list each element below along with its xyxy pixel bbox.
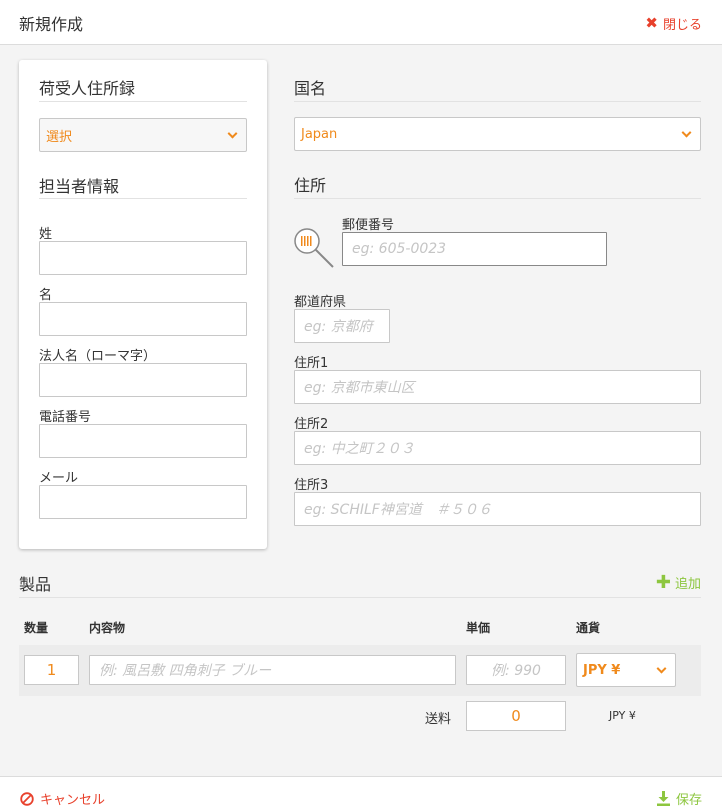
address-book-title: 荷受人住所録 [39, 79, 136, 98]
last-name-input[interactable] [39, 241, 247, 275]
address3-placeholder: eg: SCHILF神宮道 ＃５０６ [304, 502, 492, 518]
add-product-button[interactable]: ✚ 追加 [656, 573, 701, 592]
shipping-input[interactable]: 0 [466, 701, 566, 731]
save-button[interactable]: 保存 [656, 789, 702, 808]
chevron-down-icon [227, 128, 238, 139]
country-title: 国名 [294, 79, 327, 98]
company-input[interactable] [39, 363, 247, 397]
country-select[interactable]: Japan [294, 117, 701, 151]
close-button[interactable]: ✖ 閉じる [645, 14, 702, 34]
postal-label: 郵便番号 [342, 218, 395, 233]
column-qty: 数量 [24, 621, 49, 635]
last-name-label: 姓 [39, 227, 53, 242]
column-currency: 通貨 [576, 621, 601, 635]
phone-label: 電話番号 [39, 410, 92, 425]
address2-placeholder: eg: 中之町２０３ [304, 441, 415, 457]
cancel-circle-icon [20, 791, 34, 806]
postal-input[interactable]: eg: 605-0023 [342, 232, 607, 266]
modal-header: 新規作成 ✖ 閉じる [0, 0, 722, 45]
plus-icon: ✚ [655, 571, 671, 593]
address-title: 住所 [294, 176, 327, 195]
chevron-down-icon [656, 663, 667, 674]
currency-select-value: JPY ¥ [583, 662, 621, 678]
address2-label: 住所2 [294, 417, 329, 432]
column-unit-price: 単価 [466, 621, 491, 635]
close-label: 閉じる [662, 18, 702, 33]
save-label: 保存 [675, 793, 702, 808]
address1-label: 住所1 [294, 356, 329, 371]
price-placeholder: 例: 990 [491, 663, 541, 679]
download-icon [656, 791, 670, 806]
modal-footer: キャンセル 保存 [0, 776, 722, 812]
price-input[interactable]: 例: 990 [466, 655, 566, 685]
chevron-down-icon [681, 127, 692, 138]
prefecture-label: 都道府県 [294, 295, 347, 310]
divider [39, 198, 247, 199]
contents-placeholder: 例: 風呂敷 四角刺子 ブルー [99, 663, 272, 679]
first-name-input[interactable] [39, 302, 247, 336]
divider [19, 597, 701, 598]
address2-input[interactable]: eg: 中之町２０３ [294, 431, 701, 465]
first-name-label: 名 [39, 288, 53, 303]
products-title: 製品 [19, 575, 52, 594]
email-input[interactable] [39, 485, 247, 519]
country-select-value: Japan [301, 126, 338, 142]
prefecture-placeholder: eg: 京都府 [304, 319, 373, 335]
address1-placeholder: eg: 京都市東山区 [304, 380, 415, 396]
postal-lookup-icon[interactable] [293, 227, 335, 269]
email-label: メール [39, 471, 79, 486]
add-label: 追加 [674, 577, 701, 592]
column-contents: 内容物 [89, 621, 126, 635]
address3-input[interactable]: eg: SCHILF神宮道 ＃５０６ [294, 492, 701, 526]
divider [294, 198, 701, 199]
address1-input[interactable]: eg: 京都市東山区 [294, 370, 701, 404]
cancel-button[interactable]: キャンセル [20, 789, 105, 808]
currency-select[interactable]: JPY ¥ [576, 653, 676, 687]
divider [39, 101, 247, 102]
address3-label: 住所3 [294, 478, 329, 493]
cancel-label: キャンセル [40, 793, 106, 808]
phone-input[interactable] [39, 424, 247, 458]
postal-placeholder: eg: 605-0023 [352, 241, 447, 257]
close-x-icon: ✖ [645, 14, 658, 32]
shipping-currency: JPY ¥ [609, 709, 636, 722]
address-book-select[interactable]: 選択 [39, 118, 247, 152]
address-book-select-value: 選択 [46, 129, 73, 145]
contents-input[interactable]: 例: 風呂敷 四角刺子 ブルー [89, 655, 456, 685]
shipping-label: 送料 [425, 712, 452, 727]
contact-title: 担当者情報 [39, 177, 120, 196]
qty-input[interactable]: 1 [24, 655, 79, 685]
company-label: 法人名（ローマ字） [39, 349, 157, 364]
page-title: 新規作成 [19, 15, 84, 34]
prefecture-input[interactable]: eg: 京都府 [294, 309, 390, 343]
divider [294, 101, 701, 102]
